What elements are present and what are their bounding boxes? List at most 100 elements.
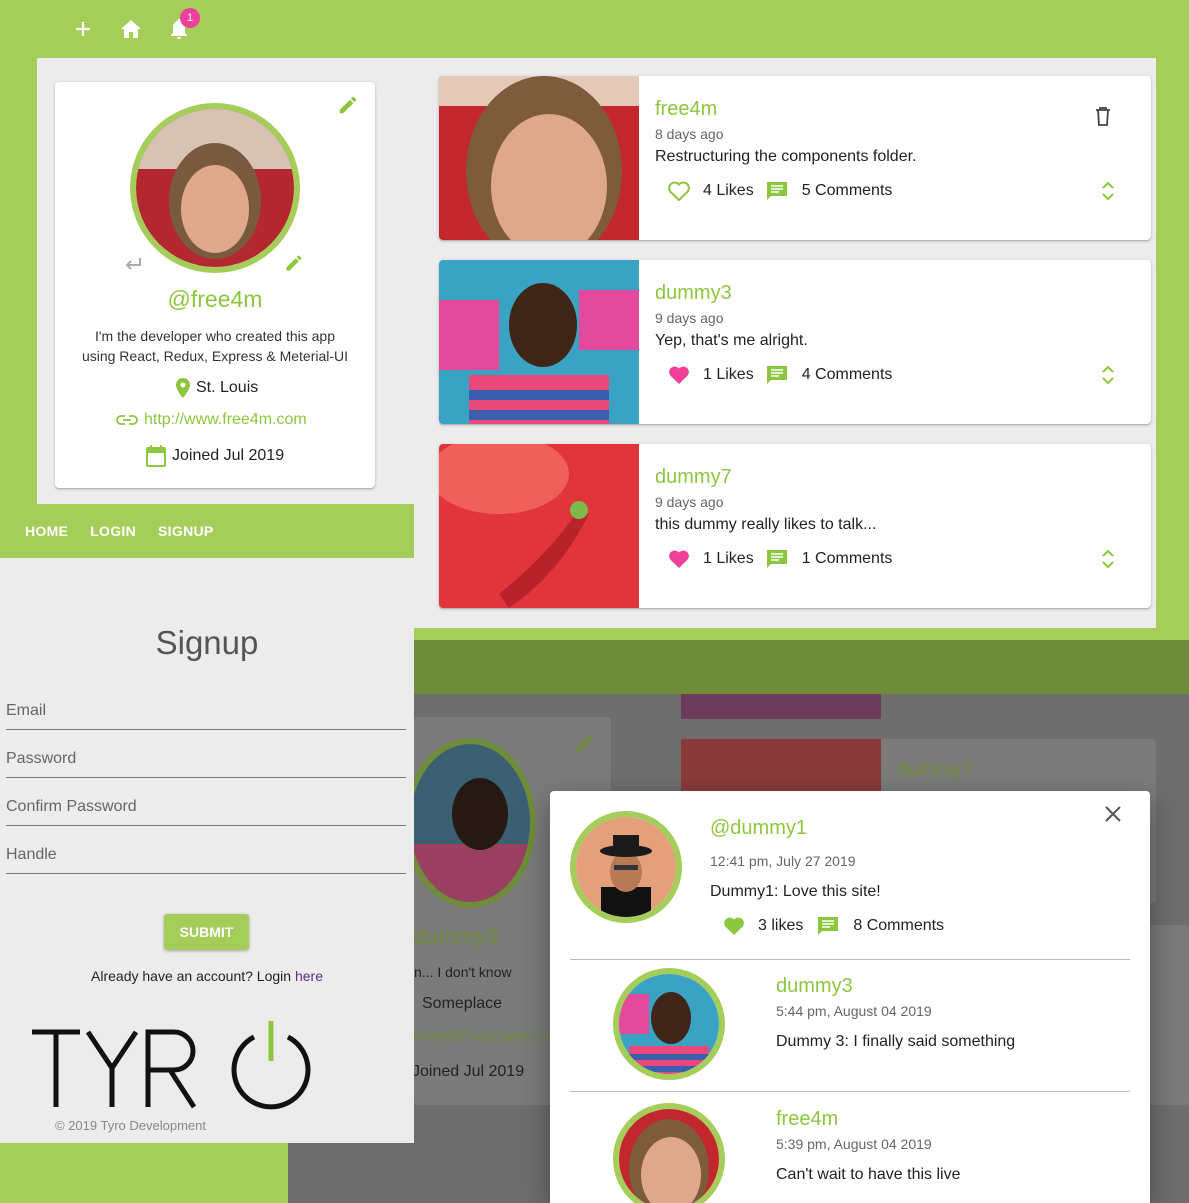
- comments-count: 5 Comments: [801, 182, 893, 199]
- dimmed-app-bar: [414, 640, 1189, 694]
- tyro-logo: [30, 1015, 320, 1115]
- notification-badge: 1: [180, 8, 200, 28]
- confirm-password-field[interactable]: Confirm Password: [6, 790, 406, 826]
- post-body: this dummy really likes to talk...: [655, 516, 877, 533]
- location-icon: [176, 378, 190, 398]
- post-date: 8 days ago: [655, 126, 724, 142]
- likes-count: 1 Likes: [703, 366, 754, 383]
- comment-icon[interactable]: [766, 365, 788, 385]
- comment-avatar: [613, 968, 725, 1080]
- dialog-handle[interactable]: @dummy1: [710, 817, 807, 840]
- comment-icon[interactable]: [766, 181, 788, 201]
- divider: [570, 959, 1130, 960]
- post-username[interactable]: free4m: [655, 98, 717, 121]
- post-card: dummy7 9 days ago this dummy really like…: [439, 444, 1151, 608]
- dialog-comments: 8 Comments: [853, 917, 945, 934]
- top-app-bar: 1: [0, 0, 1189, 58]
- logout-icon[interactable]: [122, 256, 144, 277]
- login-here-link[interactable]: here: [295, 968, 323, 984]
- location-text: St. Louis: [196, 379, 259, 396]
- comment-date: 5:39 pm, August 04 2019: [776, 1136, 932, 1152]
- dimmed-location: Someplace: [422, 995, 503, 1012]
- comment-icon[interactable]: [766, 549, 788, 569]
- like-filled-icon[interactable]: [667, 364, 691, 386]
- dialog-actions: 3 likes 8 Comments: [722, 915, 944, 937]
- post-actions: 1 Likes 1 Comments: [667, 548, 904, 570]
- comment-username[interactable]: free4m: [776, 1108, 838, 1131]
- profile-handle[interactable]: @free4m: [55, 286, 375, 313]
- post-card: free4m 8 days ago Restructuring the comp…: [439, 76, 1151, 240]
- bottom-dim-strip: [288, 1143, 414, 1203]
- email-field[interactable]: Email: [6, 694, 406, 730]
- edit-avatar-icon[interactable]: [284, 253, 304, 278]
- joined-text: Joined Jul 2019: [172, 447, 285, 464]
- dialog-avatar: [570, 811, 682, 923]
- dimmed-post-user: dummy7: [897, 759, 974, 781]
- expand-icon[interactable]: [1101, 364, 1115, 391]
- dimmed-handle: dummy3: [414, 924, 499, 949]
- post-body: Restructuring the components folder.: [655, 148, 917, 165]
- nav-home[interactable]: HOME: [25, 523, 68, 539]
- profile-website[interactable]: http://www.free4m.com: [116, 411, 307, 429]
- comment-username[interactable]: dummy3: [776, 975, 853, 998]
- handle-field[interactable]: Handle: [6, 838, 406, 874]
- navbar: HOME LOGIN SIGNUP: [0, 504, 414, 558]
- website-link[interactable]: http://www.free4m.com: [144, 411, 307, 429]
- dimmed-joined: Joined Jul 2019: [412, 1063, 525, 1080]
- comment-date: 5:44 pm, August 04 2019: [776, 1003, 932, 1019]
- post-dialog: @dummy1 12:41 pm, July 27 2019 Dummy1: L…: [550, 791, 1150, 1203]
- comment-body: Dummy 3: I finally said something: [776, 1033, 1016, 1050]
- like-filled-icon[interactable]: [722, 915, 746, 937]
- dimmed-card-edge: [1150, 925, 1189, 1105]
- login-prompt: Already have an account? Login here: [0, 968, 414, 984]
- dimmed-website: noneOfYourDamn.b: [414, 1028, 547, 1045]
- comment-body: Can't wait to have this live: [776, 1166, 961, 1183]
- comment-avatar: [613, 1103, 725, 1203]
- post-body: Yep, that's me alright.: [655, 332, 808, 349]
- post-username[interactable]: dummy3: [655, 282, 732, 305]
- home-icon[interactable]: [118, 16, 144, 42]
- post-actions: 1 Likes 4 Comments: [667, 364, 904, 386]
- expand-icon[interactable]: [1101, 180, 1115, 207]
- comment-icon[interactable]: [817, 916, 839, 936]
- like-outline-icon[interactable]: [667, 180, 691, 202]
- calendar-icon: [146, 445, 166, 467]
- profile-location: St. Louis: [176, 378, 258, 398]
- post-actions: 4 Likes 5 Comments: [667, 180, 904, 202]
- add-icon[interactable]: [70, 16, 96, 42]
- post-image: [439, 444, 639, 608]
- edit-details-icon[interactable]: [337, 94, 359, 121]
- dimmed-bio: n... I don't know: [414, 964, 512, 980]
- post-image: [439, 76, 639, 240]
- signup-title: Signup: [155, 624, 259, 661]
- nav-signup[interactable]: SIGNUP: [158, 523, 213, 539]
- password-field[interactable]: Password: [6, 742, 406, 778]
- expand-icon[interactable]: [1101, 548, 1115, 575]
- profile-bio: I'm the developer who created this app u…: [81, 328, 349, 364]
- comments-count: 4 Comments: [801, 366, 893, 383]
- dimmed-post-image: [681, 694, 881, 719]
- divider: [570, 1091, 1130, 1092]
- dialog-date: 12:41 pm, July 27 2019: [710, 853, 856, 869]
- close-icon[interactable]: [1104, 805, 1122, 828]
- post-image: [439, 260, 639, 424]
- dialog-likes: 3 likes: [758, 917, 804, 934]
- post-date: 9 days ago: [655, 494, 724, 510]
- copyright: © 2019 Tyro Development: [55, 1118, 206, 1133]
- profile-joined: Joined Jul 2019: [146, 445, 284, 467]
- post-card: dummy3 9 days ago Yep, that's me alright…: [439, 260, 1151, 424]
- delete-icon[interactable]: [1095, 106, 1111, 131]
- bottom-brand-strip: [0, 1143, 288, 1203]
- submit-button[interactable]: SUBMIT: [164, 914, 249, 950]
- profile-avatar: [130, 103, 300, 273]
- post-date: 9 days ago: [655, 310, 724, 326]
- likes-count: 4 Likes: [703, 182, 754, 199]
- like-filled-icon[interactable]: [667, 548, 691, 570]
- dimmed-edit-icon: [574, 732, 596, 759]
- nav-login[interactable]: LOGIN: [90, 523, 136, 539]
- dialog-body: Dummy1: Love this site!: [710, 883, 881, 900]
- post-username[interactable]: dummy7: [655, 466, 732, 489]
- likes-count: 1 Likes: [703, 550, 754, 567]
- login-prompt-text: Already have an account? Login: [91, 968, 295, 984]
- link-icon: [116, 415, 138, 425]
